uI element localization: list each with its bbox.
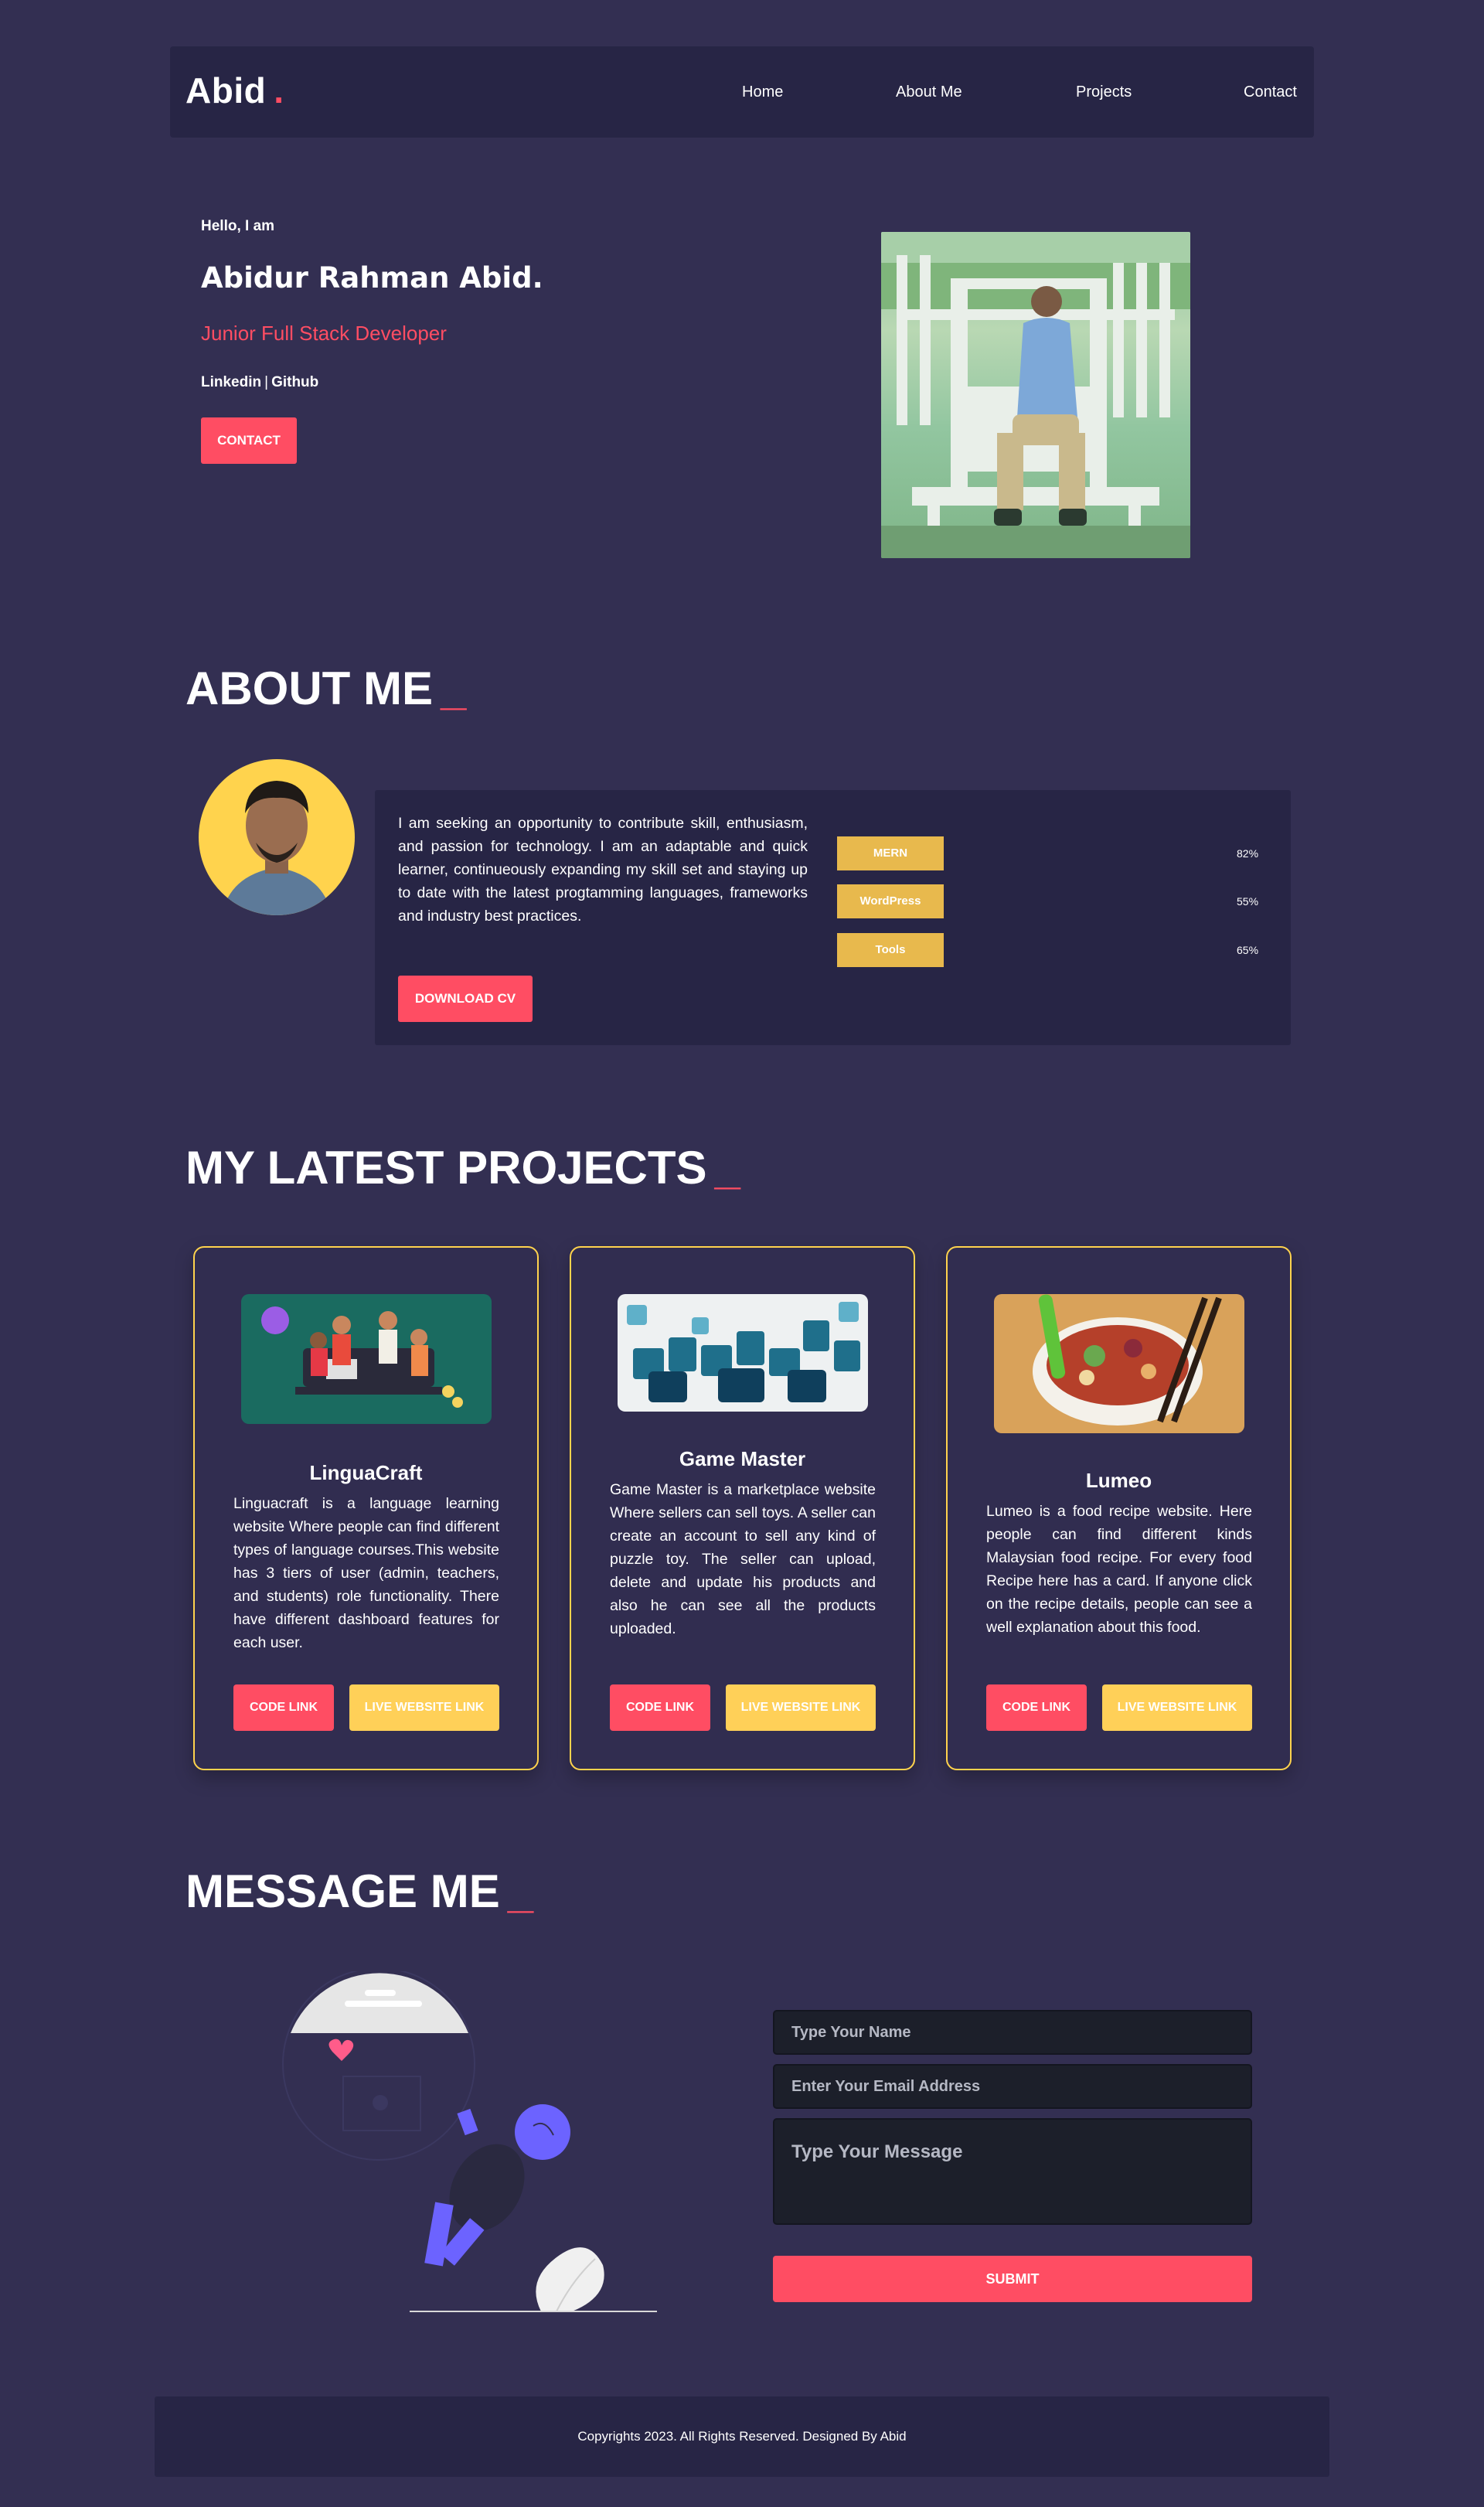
hero-photo-illustration xyxy=(881,232,1190,558)
skill-label-wordpress: WordPress xyxy=(837,884,944,918)
game-master-illustration xyxy=(627,1302,860,1402)
live-website-button-linguacraft[interactable]: LIVE WEBSITE LINK xyxy=(349,1684,499,1731)
nav-link-about[interactable]: About Me xyxy=(896,83,962,101)
hero-name: Abidur Rahman Abid. xyxy=(201,261,543,295)
logo-dot: . xyxy=(274,70,284,111)
project-description-linguacraft: Linguacraft is a language learning websi… xyxy=(233,1495,499,1651)
footer: Copyrights 2023. All Rights Reserved. De… xyxy=(155,2396,1329,2477)
projects-title: MY LATEST PROJECTS _ xyxy=(186,1141,740,1194)
project-image-game-master xyxy=(618,1294,868,1412)
hero-photo xyxy=(881,232,1190,558)
avatar xyxy=(199,759,355,915)
project-card-game-master: Game Master Game Master is a marketplace… xyxy=(570,1246,915,1770)
about-title: ABOUT ME _ xyxy=(186,662,466,715)
live-website-button-game-master[interactable]: LIVE WEBSITE LINK xyxy=(726,1684,876,1731)
project-card-lumeo: Lumeo Lumeo is a food recipe website. He… xyxy=(946,1246,1292,1770)
project-image-lumeo xyxy=(994,1294,1244,1433)
projects-title-text: MY LATEST PROJECTS xyxy=(186,1142,707,1194)
project-description-game-master: Game Master is a marketplace website Whe… xyxy=(610,1481,876,1637)
message-illustration-art xyxy=(282,1967,657,2312)
skill-label-tools: Tools xyxy=(837,933,944,967)
name-input[interactable] xyxy=(773,2010,1252,2055)
skill-percent-wordpress: 55% xyxy=(1237,895,1259,908)
project-description-lumeo: Lumeo is a food recipe website. Here peo… xyxy=(986,1503,1252,1636)
link-separator: | xyxy=(264,374,269,390)
linguacraft-illustration xyxy=(261,1306,463,1408)
linkedin-link[interactable]: Linkedin xyxy=(201,374,261,390)
skill-label-mern: MERN xyxy=(837,836,944,870)
project-title-lumeo: Lumeo xyxy=(1085,1469,1152,1492)
project-title-linguacraft: LinguaCraft xyxy=(309,1461,423,1484)
logo-text: Abid xyxy=(186,70,267,111)
hero-greeting: Hello, I am xyxy=(201,218,275,234)
message-title-mark: _ xyxy=(507,1865,534,1917)
about-title-mark: _ xyxy=(440,663,467,714)
project-title-game-master: Game Master xyxy=(679,1447,806,1470)
code-link-button-linguacraft[interactable]: CODE LINK xyxy=(233,1684,334,1731)
projects-title-mark: _ xyxy=(714,1142,740,1194)
project-card-linguacraft: LinguaCraft Linguacraft is a language le… xyxy=(193,1246,539,1770)
code-link-button-lumeo[interactable]: CODE LINK xyxy=(986,1684,1087,1731)
footer-copyright: Copyrights 2023. All Rights Reserved. De… xyxy=(577,2429,907,2444)
message-textarea[interactable] xyxy=(773,2118,1252,2225)
message-illustration xyxy=(278,1967,665,2319)
navbar: Abid. Home About Me Projects Contact xyxy=(170,46,1314,138)
about-title-text: ABOUT ME xyxy=(186,663,433,714)
submit-button[interactable]: SUBMIT xyxy=(773,2256,1252,2302)
about-card: I am seeking an opportunity to contribut… xyxy=(375,790,1291,1045)
hero-role: Junior Full Stack Developer xyxy=(201,322,447,345)
message-title-text: MESSAGE ME xyxy=(186,1865,500,1917)
github-link[interactable]: Github xyxy=(271,374,318,390)
nav-link-projects[interactable]: Projects xyxy=(1076,83,1132,101)
code-link-button-game-master[interactable]: CODE LINK xyxy=(610,1684,710,1731)
contact-button[interactable]: CONTACT xyxy=(201,417,297,464)
download-cv-button[interactable]: DOWNLOAD CV xyxy=(398,976,533,1022)
logo[interactable]: Abid. xyxy=(186,70,284,111)
email-input[interactable] xyxy=(773,2064,1252,2109)
nav-link-home[interactable]: Home xyxy=(742,83,783,101)
about-text: I am seeking an opportunity to contribut… xyxy=(398,815,808,925)
project-image-linguacraft xyxy=(241,1294,492,1424)
nav-link-contact[interactable]: Contact xyxy=(1244,83,1297,101)
social-links: Linkedin | Github xyxy=(201,374,318,391)
lumeo-illustration xyxy=(1033,1294,1222,1426)
message-title: MESSAGE ME _ xyxy=(186,1865,533,1918)
skill-percent-mern: 82% xyxy=(1237,847,1259,860)
skill-percent-tools: 65% xyxy=(1237,944,1259,956)
avatar-portrait xyxy=(222,781,332,915)
live-website-button-lumeo[interactable]: LIVE WEBSITE LINK xyxy=(1102,1684,1252,1731)
